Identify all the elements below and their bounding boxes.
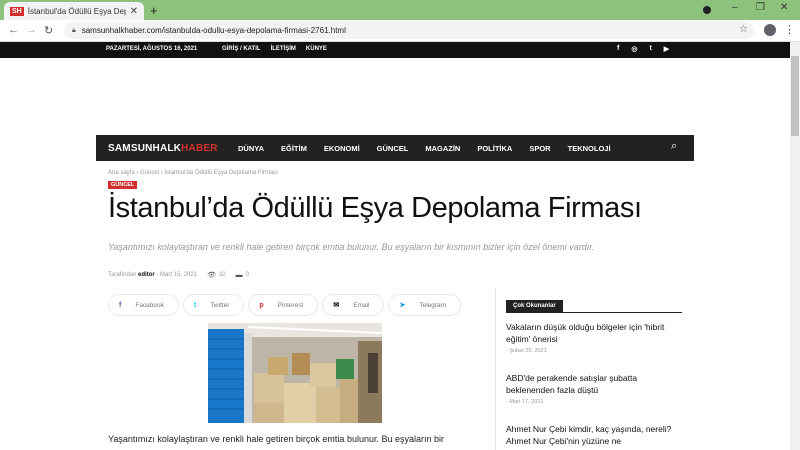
new-tab-icon[interactable]: +: [150, 3, 158, 18]
facebook-icon[interactable]: f: [617, 45, 619, 53]
twitter-icon[interactable]: t: [649, 45, 651, 53]
share-email-button[interactable]: ✉ Email: [322, 294, 385, 316]
nav-item-magazin[interactable]: MAGAZİN: [425, 144, 460, 153]
forward-icon[interactable]: →: [26, 24, 37, 36]
share-facebook-button[interactable]: f Facebook: [108, 294, 179, 316]
publish-date: Mart 15, 2021: [160, 272, 198, 278]
popular-item-date-text: Şubat 25, 2021: [509, 348, 547, 354]
instagram-icon[interactable]: ◎: [631, 45, 637, 53]
url-text: samsunhalkhaber.com/istanbulda-odullu-es…: [81, 26, 346, 35]
back-icon[interactable]: ←: [8, 24, 19, 36]
view-count: 32: [218, 272, 226, 278]
storage-warehouse-photo: [208, 323, 382, 423]
breadcrumb-current: İstanbul'da Ödüllü Eşya Depolama Firması: [164, 170, 278, 176]
lock-icon[interactable]: 🔒︎: [72, 27, 76, 35]
site-logo[interactable]: SAMSUNHALKHABER: [108, 143, 218, 154]
pinterest-icon: p: [259, 301, 264, 309]
close-tab-icon[interactable]: ✕: [130, 6, 138, 17]
site-favicon: SH: [10, 6, 24, 16]
maximize-icon[interactable]: ❐: [756, 2, 765, 13]
facebook-icon: f: [119, 301, 122, 309]
article-subtitle: Yaşantımızı kolaylaştıran ve renkli hale…: [108, 242, 595, 252]
url-field[interactable]: 🔒︎ samsunhalkhaber.com/istanbulda-odullu…: [64, 22, 754, 39]
share-label: Pinterest: [277, 301, 304, 309]
bookmark-star-icon[interactable]: ☆: [739, 24, 748, 35]
share-twitter-button[interactable]: t Twitter: [182, 294, 245, 316]
browser-menu-icon[interactable]: ⋮: [784, 23, 795, 36]
main-navigation: SAMSUNHALKHABER DÜNYA EĞİTİM EKONOMİ GÜN…: [96, 135, 694, 161]
share-telegram-button[interactable]: ➤ Telegram: [388, 294, 462, 316]
scrollbar-thumb[interactable]: [791, 56, 799, 136]
category-badge[interactable]: GÜNCEL: [108, 181, 138, 189]
nav-item-dunya[interactable]: DÜNYA: [238, 144, 264, 153]
sidebar-divider: [495, 288, 496, 450]
share-label: Telegram: [419, 301, 447, 309]
share-pinterest-button[interactable]: p Pinterest: [248, 294, 319, 316]
search-icon[interactable]: ⌕: [671, 140, 677, 153]
imprint-link[interactable]: KÜNYE: [306, 46, 327, 52]
views-icon: 👁︎: [207, 272, 216, 279]
breadcrumb-category[interactable]: Güncel: [140, 170, 159, 176]
share-label: Facebook: [135, 301, 164, 309]
share-label: Twitter: [210, 301, 230, 309]
profile-avatar[interactable]: [764, 24, 776, 36]
page-scrollbar[interactable]: [790, 42, 800, 450]
author-prefix: Tarafından: [108, 272, 137, 278]
popular-item-title[interactable]: Ahmet Nur Çebi kimdir, kaç yaşında, nere…: [506, 424, 686, 447]
logo-main-text: SAMSUNHALK: [108, 143, 182, 154]
nav-item-spor[interactable]: SPOR: [529, 144, 550, 153]
site-top-bar: PAZARTESİ, AĞUSTOS 16, 2021 GİRİŞ / KATI…: [0, 42, 790, 58]
share-bar: f Facebook t Twitter p Pinterest ✉ Email ➤ Te…: [108, 294, 462, 316]
article-meta: Tarafından editor - Mart 15, 2021 👁︎ 32 …: [108, 271, 249, 280]
popular-heading: Çok Okunanlar: [506, 300, 563, 312]
nav-item-politika[interactable]: POLİTİKA: [477, 144, 512, 153]
twitter-icon: t: [193, 301, 197, 309]
popular-item-date: - Şubat 25, 2021: [506, 348, 547, 354]
login-link[interactable]: GİRİŞ / KATIL: [222, 46, 261, 52]
comment-count[interactable]: 0: [246, 272, 249, 278]
address-bar-row: ← → ↻ 🔒︎ samsunhalkhaber.com/istanbulda-…: [0, 20, 800, 42]
article-body-text: Yaşantımızı kolaylaştıran ve renkli hale…: [108, 434, 444, 444]
popular-item-title[interactable]: ABD'de perakende satışlar şubatta beklen…: [506, 373, 686, 396]
browser-tab-strip: SH İstanbul'da Ödüllü Eşya Depolam ✕ + –…: [0, 0, 800, 20]
close-window-icon[interactable]: ✕: [780, 2, 788, 13]
popular-item[interactable]: ABD'de perakende satışlar şubatta beklen…: [506, 373, 686, 405]
popular-item-title[interactable]: Vakaların düşük olduğu bölgeler için 'hi…: [506, 322, 686, 345]
nav-item-teknoloji[interactable]: TEKNOLOJİ: [568, 144, 611, 153]
envelope-icon: ✉: [333, 302, 340, 309]
share-label: Email: [353, 301, 370, 309]
reload-icon[interactable]: ↻: [44, 24, 53, 37]
article-image: [208, 323, 382, 423]
contact-link[interactable]: İLETİŞİM: [271, 46, 296, 52]
recording-icon[interactable]: [703, 6, 711, 14]
tab-title: İstanbul'da Ödüllü Eşya Depolam: [27, 6, 126, 16]
nav-item-ekonomi[interactable]: EKONOMİ: [324, 144, 360, 153]
popular-heading-rule: [506, 312, 682, 313]
youtube-icon[interactable]: ▶: [664, 45, 669, 53]
popular-item-date-text: Mart 17, 2021: [509, 399, 544, 405]
nav-item-egitim[interactable]: EĞİTİM: [281, 144, 307, 153]
popular-item[interactable]: Ahmet Nur Çebi kimdir, kaç yaşında, nere…: [506, 424, 686, 447]
popular-item-date: - Mart 17, 2021: [506, 399, 544, 405]
article-title: İstanbul’da Ödüllü Eşya Depolama Firması: [108, 192, 642, 224]
nav-item-guncel[interactable]: GÜNCEL: [377, 144, 409, 153]
popular-item[interactable]: Vakaların düşük olduğu bölgeler için 'hi…: [506, 322, 686, 354]
breadcrumb-home[interactable]: Ana sayfa: [108, 170, 135, 176]
comments-icon: ▬: [235, 271, 243, 279]
logo-accent-text: HABER: [181, 143, 218, 154]
minimize-icon[interactable]: –: [732, 2, 738, 13]
browser-tab[interactable]: SH İstanbul'da Ödüllü Eşya Depolam ✕: [4, 2, 144, 20]
breadcrumb: Ana sayfa › Güncel › İstanbul'da Ödüllü …: [108, 170, 278, 176]
author-link[interactable]: editor: [138, 272, 155, 278]
telegram-icon: ➤: [399, 302, 406, 309]
current-date: PAZARTESİ, AĞUSTOS 16, 2021: [106, 46, 198, 52]
